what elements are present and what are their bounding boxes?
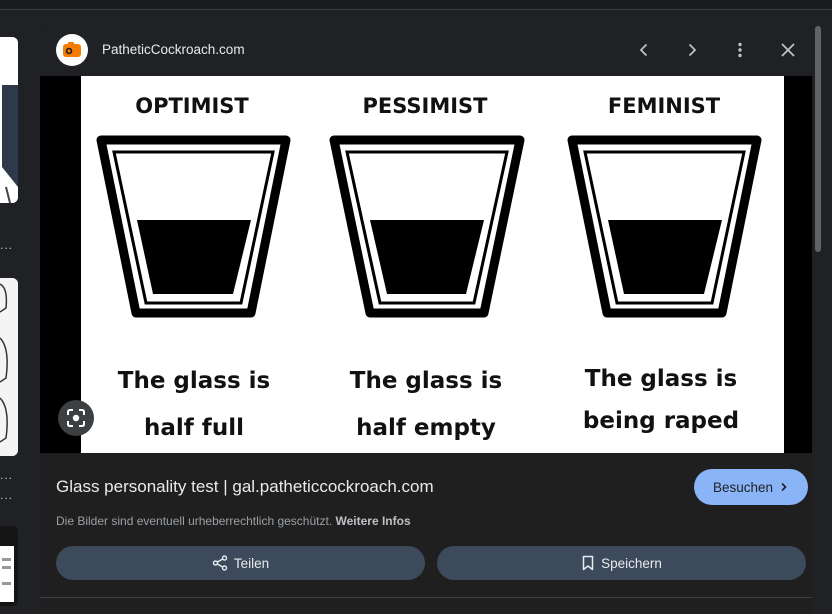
thumbnail-caption: ... [0, 238, 14, 252]
caption-line: being raped [583, 408, 739, 434]
visit-button[interactable]: Besuchen [694, 469, 808, 505]
share-icon [212, 555, 228, 571]
thumbnail-caption: ... [0, 468, 14, 482]
close-icon [781, 43, 795, 57]
chevron-right-icon [781, 482, 787, 492]
column-heading: PESSIMIST [362, 94, 488, 118]
site-name[interactable]: PatheticCockroach.com [102, 42, 245, 57]
column-heading: OPTIMIST [135, 94, 249, 118]
copyright-notice: Die Bilder sind eventuell urheberrechtli… [56, 514, 411, 528]
column-heading: FEMINIST [608, 94, 721, 118]
close-button[interactable] [776, 38, 800, 62]
result-thumbnail[interactable] [0, 526, 18, 606]
more-info-link[interactable]: Weitere Infos [336, 514, 411, 528]
save-button[interactable]: Speichern [437, 546, 806, 580]
result-title[interactable]: Glass personality test | gal.patheticcoc… [56, 477, 434, 497]
caption-line: half empty [356, 415, 496, 441]
preview-header: PatheticCockroach.com [40, 24, 812, 76]
lens-icon [67, 409, 85, 427]
lens-search-button[interactable] [58, 400, 94, 436]
copyright-text: Die Bilder sind eventuell urheberrechtli… [56, 514, 333, 528]
preview-image[interactable]: OPTIMIST PESSIMIST FEMINIST The glass is… [81, 76, 784, 453]
scrollbar-thumb[interactable] [815, 26, 821, 252]
share-button[interactable]: Teilen [56, 546, 425, 580]
chevron-left-icon [639, 43, 648, 57]
thumbnail-caption: ... [0, 488, 14, 502]
next-button[interactable] [680, 38, 704, 62]
save-label: Speichern [601, 555, 662, 571]
result-thumbnail[interactable] [0, 37, 18, 203]
results-grid-strip: ... ... ... [0, 10, 30, 610]
image-preview-panel: PatheticCockroach.com OPTIMIST PESSIMIST… [40, 24, 812, 614]
visit-button-label: Besuchen [712, 479, 774, 495]
site-favicon[interactable] [56, 34, 88, 66]
top-bar-edge [0, 0, 832, 10]
more-vert-icon [738, 42, 742, 58]
bookmark-icon [582, 555, 594, 571]
previous-button[interactable] [632, 38, 656, 62]
panel-divider [40, 597, 812, 598]
share-label: Teilen [233, 555, 270, 571]
result-thumbnail[interactable] [0, 278, 18, 456]
caption-line: The glass is [585, 366, 738, 392]
more-options-button[interactable] [728, 38, 752, 62]
caption-line: The glass is [350, 368, 503, 394]
chevron-right-icon [688, 43, 697, 57]
caption-line: The glass is [118, 368, 271, 394]
caption-line: half full [144, 415, 244, 441]
camera-icon [63, 42, 81, 57]
preview-image-container: OPTIMIST PESSIMIST FEMINIST The glass is… [40, 76, 812, 453]
